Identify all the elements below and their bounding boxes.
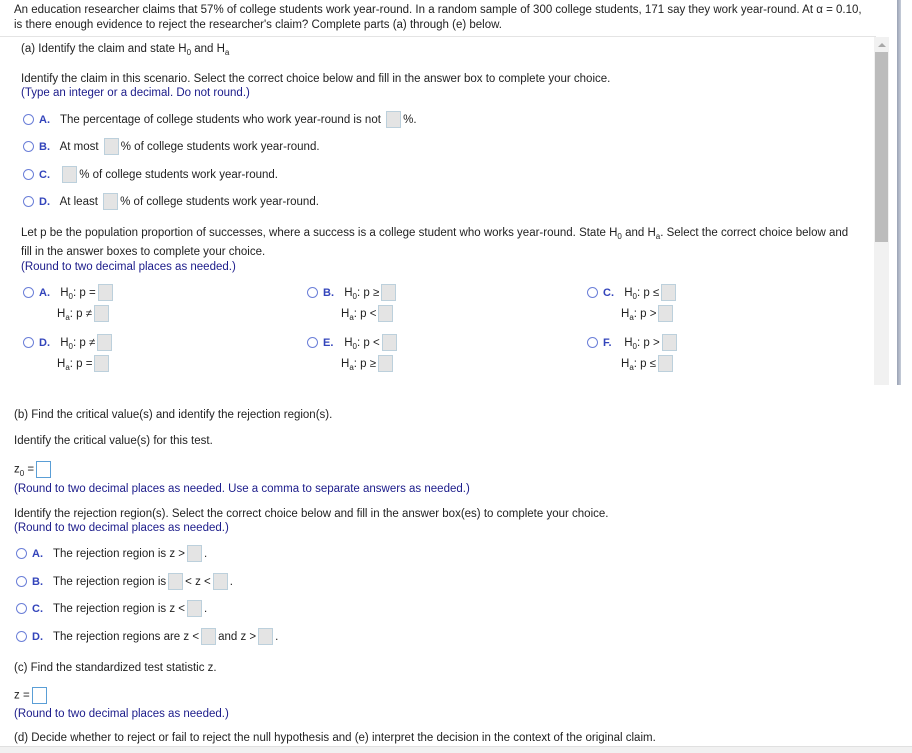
answer-box[interactable] — [187, 545, 202, 563]
radio-button[interactable] — [23, 196, 34, 208]
radio-button[interactable] — [23, 169, 34, 181]
part-de-heading: (d) Decide whether to reject or fail to … — [14, 732, 656, 744]
radio-button[interactable] — [16, 576, 27, 588]
hypothesis-hint: (Round to two decimal places as needed.) — [21, 261, 236, 273]
hyp-choice-e[interactable]: E. H0: p < Ha: p ≥ — [307, 333, 399, 375]
radio-button[interactable] — [307, 287, 318, 299]
question-text: An education researcher claims that 57% … — [14, 4, 862, 31]
region-choice-d[interactable]: D. The rejection regions are z < and z >. — [16, 628, 278, 646]
z0-input[interactable] — [36, 461, 52, 478]
region-choice-b[interactable]: B. The rejection region is < z <. — [16, 573, 233, 591]
radio-button[interactable] — [587, 337, 598, 349]
critical-value-instruction: Identify the critical value(s) for this … — [14, 435, 213, 447]
answer-box[interactable] — [94, 305, 110, 323]
radio-button[interactable] — [16, 631, 27, 643]
answer-box[interactable] — [97, 334, 113, 352]
answer-box[interactable] — [187, 600, 202, 618]
region-choice-a[interactable]: A. The rejection region is z >. — [16, 545, 207, 563]
part-c-heading: (c) Find the standardized test statistic… — [14, 662, 217, 674]
claim-hint: (Type an integer or a decimal. Do not ro… — [21, 87, 250, 99]
answer-box[interactable] — [378, 355, 394, 373]
answer-box[interactable] — [378, 305, 394, 323]
answer-box[interactable] — [661, 334, 677, 352]
answer-box[interactable] — [168, 573, 184, 591]
claim-instruction: Identify the claim in this scenario. Sel… — [21, 73, 611, 85]
scroll-up-arrow-icon[interactable] — [878, 43, 886, 47]
scrollbar-thumb[interactable] — [875, 52, 888, 242]
answer-box[interactable] — [661, 284, 677, 302]
header-divider — [0, 36, 876, 37]
answer-box[interactable] — [201, 628, 217, 646]
hypothesis-instruction-cont: fill in the answer boxes to complete you… — [21, 246, 266, 258]
part-a-heading: (a) Identify the claim and state H0 and … — [21, 43, 230, 57]
claim-choice-b[interactable]: B. At most % of college students work ye… — [23, 138, 320, 156]
claim-choice-d[interactable]: D. At least % of college students work y… — [23, 193, 319, 211]
radio-button[interactable] — [307, 337, 318, 349]
answer-box[interactable] — [94, 355, 110, 373]
radio-button[interactable] — [16, 603, 27, 615]
radio-button[interactable] — [23, 337, 34, 349]
answer-box[interactable] — [381, 334, 397, 352]
region-choice-c[interactable]: C. The rejection region is z <. — [16, 600, 207, 618]
z-input[interactable] — [31, 687, 47, 704]
answer-box[interactable] — [381, 284, 397, 302]
hyp-choice-c[interactable]: C. H0: p ≤ Ha: p > — [587, 283, 678, 325]
z-hint: (Round to two decimal places as needed.) — [14, 708, 229, 720]
answer-box[interactable] — [658, 355, 674, 373]
radio-button[interactable] — [23, 141, 34, 153]
answer-box[interactable] — [62, 166, 78, 184]
claim-choice-c[interactable]: C. % of college students work year-round… — [23, 166, 278, 184]
hyp-choice-a[interactable]: A. H0: p = Ha: p ≠ — [23, 283, 115, 325]
part-b-heading: (b) Find the critical value(s) and ident… — [14, 409, 333, 421]
answer-box[interactable] — [97, 284, 113, 302]
z-input-row: z = — [14, 687, 49, 704]
radio-button[interactable] — [587, 287, 598, 299]
hypothesis-instruction: Let p be the population proportion of su… — [21, 227, 849, 241]
z0-input-row: z0 = — [14, 461, 53, 478]
z0-hint: (Round to two decimal places as needed. … — [14, 483, 470, 495]
rejection-instruction: Identify the rejection region(s). Select… — [14, 508, 609, 520]
answer-box[interactable] — [258, 628, 274, 646]
hyp-choice-f[interactable]: F. H0: p > Ha: p ≤ — [587, 333, 679, 375]
answer-box[interactable] — [103, 138, 119, 156]
claim-choice-a[interactable]: A. The percentage of college students wh… — [23, 111, 417, 129]
panel-edge — [897, 0, 901, 385]
answer-box[interactable] — [212, 573, 228, 591]
answer-box[interactable] — [386, 111, 402, 129]
answer-box[interactable] — [103, 193, 119, 211]
hyp-choice-b[interactable]: B. H0: p ≥ Ha: p < — [307, 283, 398, 325]
answer-box[interactable] — [658, 305, 674, 323]
hyp-choice-d[interactable]: D. H0: p ≠ Ha: p = — [23, 333, 114, 375]
rejection-hint: (Round to two decimal places as needed.) — [14, 522, 229, 534]
radio-button[interactable] — [23, 287, 34, 299]
radio-button[interactable] — [16, 548, 27, 560]
radio-button[interactable] — [23, 114, 34, 126]
